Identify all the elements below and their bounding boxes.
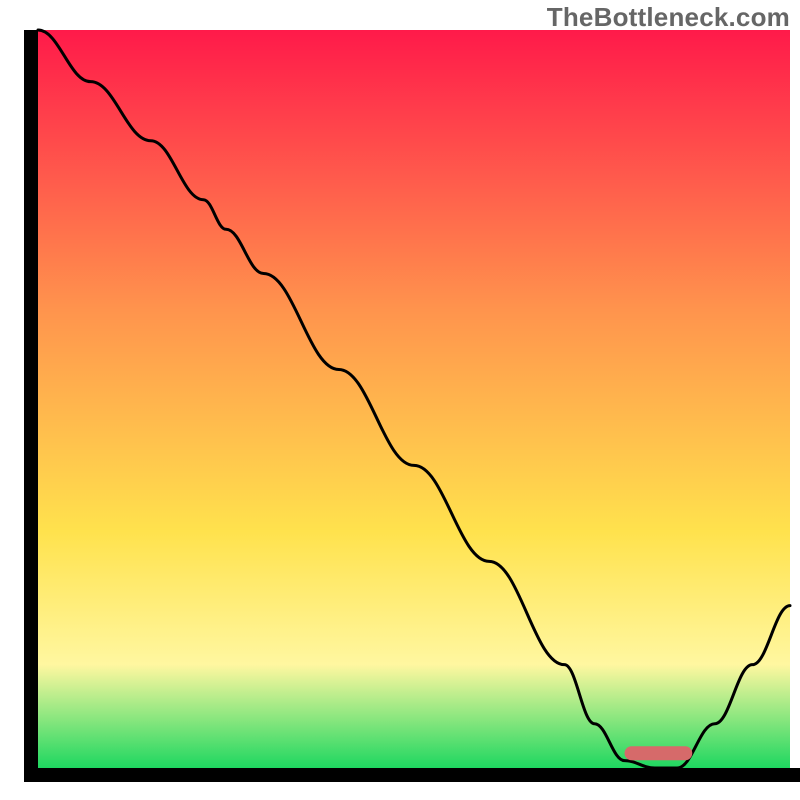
optimal-marker: [625, 746, 693, 760]
y-axis: [24, 30, 38, 780]
x-axis: [24, 768, 800, 782]
chart-canvas: TheBottleneck.com: [0, 0, 800, 800]
plot-svg: [0, 0, 800, 800]
